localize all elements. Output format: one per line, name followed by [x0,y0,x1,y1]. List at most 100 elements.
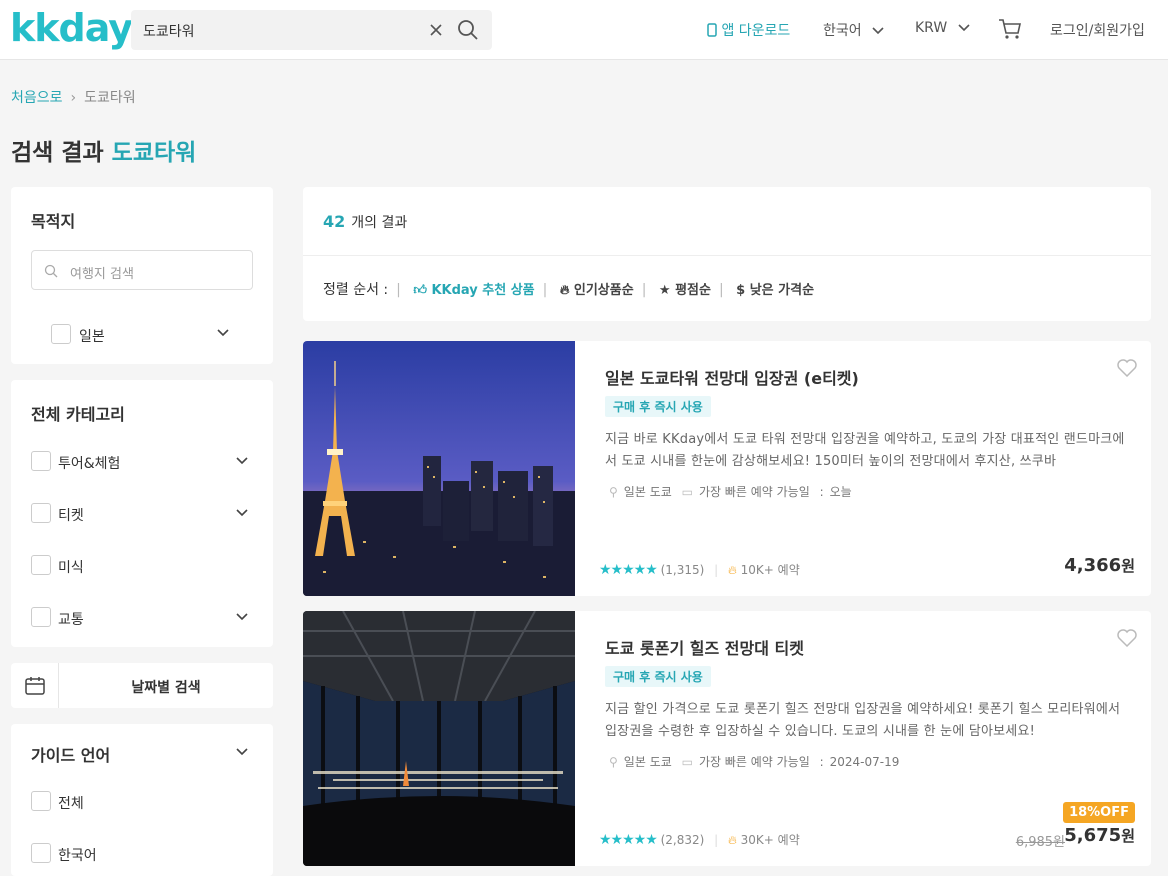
product-rating: ★★★★★ (1,315) | 🔥︎ 10K+ 예약 [599,562,800,578]
booking-label: 가장 빠른 예약 가능일 [698,485,810,499]
product-price: 5,675원 [1064,825,1135,846]
location-pin-icon: ⚲ [609,755,618,769]
chevron-down-icon[interactable] [236,457,248,465]
search-icon [44,264,58,278]
product-title[interactable]: 도쿄 롯폰기 힐즈 전망대 티켓 [605,635,804,659]
category-item-label: 티켓 [58,508,84,524]
language-label: 한국어 [823,23,862,39]
product-price: 4,366원 [1064,555,1135,576]
star-icon: ★ [658,283,671,298]
product-rating: ★★★★★ (2,832) | 🔥︎ 30K+ 예약 [599,832,800,848]
search-box[interactable]: 도쿄타워 [131,10,492,50]
phone-icon [707,23,717,37]
calendar-icon [11,663,59,708]
sort-option-label: 인기상품순 [573,283,634,298]
category-item-label: 교통 [58,612,84,628]
chevron-down-icon[interactable] [236,748,248,756]
category-filter-panel: 전체 카테고리 투어&체험 티켓 미식 교통 [11,380,273,647]
app-download-link[interactable]: 앱 다운로드 [707,20,790,40]
chevron-down-icon[interactable] [236,509,248,517]
language-selector[interactable]: 한국어 [823,20,884,40]
discount-badge: 18%OFF [1063,802,1135,823]
product-location: 일본 도쿄 [623,485,672,499]
fire-icon: 🔥︎ [728,563,737,577]
price-unit: 원 [1121,827,1135,845]
booked-count: 30K+ 예약 [740,833,800,847]
destination-search-placeholder: 여행지 검색 [70,267,134,282]
guide-language-title: 가이드 언어 [31,746,111,765]
product-card[interactable]: 일본 도쿄타워 전망대 입장권 (e티켓) 구매 후 즉시 사용 지금 바로 K… [303,341,1151,596]
chevron-down-icon[interactable] [217,329,229,337]
location-pin-icon: ⚲ [609,485,618,499]
product-meta: ⚲ 일본 도쿄 ▭ 가장 빠른 예약 가능일 : 오늘 [609,485,852,499]
sort-option-label: 낮은 가격순 [749,283,815,298]
instant-use-badge: 구매 후 즉시 사용 [605,396,711,417]
date-search-button[interactable]: 날짜별 검색 [11,663,273,708]
sort-bar: 정렬 순서 : | 👍︎ KKday 추천 상품 | 🔥︎ 인기상품순 | ★ 평점순… [323,282,815,298]
page-title-keyword: 도쿄타워 [111,140,197,166]
price-amount: 4,366 [1064,555,1122,576]
sort-rating[interactable]: ★ 평점순 [659,283,711,298]
calendar-icon: ▭ [681,755,693,769]
destination-item-label: 일본 [79,329,105,345]
app-download-label: 앱 다운로드 [721,23,791,39]
product-image-tokyo-tower-night[interactable] [303,341,575,596]
results-count: 42 개의 결과 [323,212,407,232]
chevron-down-icon [958,24,970,32]
search-input[interactable]: 도쿄타워 [143,21,195,41]
breadcrumb-home[interactable]: 처음으로 [11,90,63,106]
date-search-label: 날짜별 검색 [131,680,201,696]
checkbox-all-languages[interactable] [31,791,51,811]
sort-popular[interactable]: 🔥︎ 인기상품순 [560,283,634,298]
product-card[interactable]: 도쿄 롯폰기 힐즈 전망대 티켓 구매 후 즉시 사용 지금 할인 가격으로 도… [303,611,1151,866]
product-title[interactable]: 일본 도쿄타워 전망대 입장권 (e티켓) [605,365,859,389]
checkbox-korean[interactable] [31,843,51,863]
top-header: kkday 도쿄타워 앱 다운로드 한국어 KRW 로그인/회원가입 [0,0,1168,60]
category-title: 전체 카테고리 [31,405,125,424]
destination-title: 목적지 [31,212,76,231]
guide-language-panel: 가이드 언어 전체 한국어 [11,724,273,876]
guide-language-item-label: 한국어 [58,848,97,864]
kkday-logo[interactable]: kkday [10,8,133,48]
breadcrumb: 처음으로 › 도쿄타워 [11,87,136,107]
clear-icon[interactable] [429,22,443,41]
sort-option-label: 평점순 [675,283,711,298]
currency-selector[interactable]: KRW [915,20,970,36]
destination-search-field[interactable]: 여행지 검색 [31,250,253,290]
chevron-down-icon[interactable] [236,613,248,621]
booking-date: 오늘 [829,485,852,499]
checkbox-food[interactable] [31,555,51,575]
cart-icon [999,19,1021,39]
product-image-roppongi-observatory[interactable] [303,611,575,866]
dollar-icon: $ [736,283,746,298]
checkbox-transport[interactable] [31,607,51,627]
price-unit: 원 [1121,557,1135,575]
checkbox-japan[interactable] [51,324,71,344]
review-count: (2,832) [660,833,705,847]
star-rating-icon: ★★★★★ [599,562,658,578]
breadcrumb-separator-icon: › [70,90,77,106]
sort-lowest-price[interactable]: $ 낮은 가격순 [736,283,814,298]
original-price: 6,985원 [1015,835,1065,850]
thumbs-up-icon: 👍︎ [413,283,427,298]
sort-option-label: KKday 추천 상품 [431,283,535,298]
search-icon[interactable] [457,19,479,45]
destination-filter-panel: 목적지 여행지 검색 일본 [11,187,273,364]
page-title: 검색 결과 도쿄타워 [11,133,196,167]
calendar-icon: ▭ [681,485,693,499]
product-description: 지금 바로 KKday에서 도쿄 타워 전망대 입장권을 예약하고, 도쿄의 가… [605,432,1125,469]
category-item-label: 미식 [58,560,84,576]
checkbox-ticket[interactable] [31,503,51,523]
page-title-prefix: 검색 결과 [11,140,104,166]
results-count-suffix: 개의 결과 [351,215,408,231]
login-signup-link[interactable]: 로그인/회원가입 [1050,20,1145,40]
sort-recommended[interactable]: 👍︎ KKday 추천 상품 [413,283,534,298]
results-count-number: 42 [323,212,346,231]
checkbox-tour[interactable] [31,451,51,471]
heart-icon[interactable] [1117,629,1137,651]
booking-date: 2024-07-19 [829,755,900,769]
results-header: 42 개의 결과 정렬 순서 : | 👍︎ KKday 추천 상품 | 🔥︎ 인기상품… [303,187,1151,321]
cart-button[interactable] [998,18,1022,44]
heart-icon[interactable] [1117,359,1137,381]
instant-use-badge: 구매 후 즉시 사용 [605,666,711,687]
